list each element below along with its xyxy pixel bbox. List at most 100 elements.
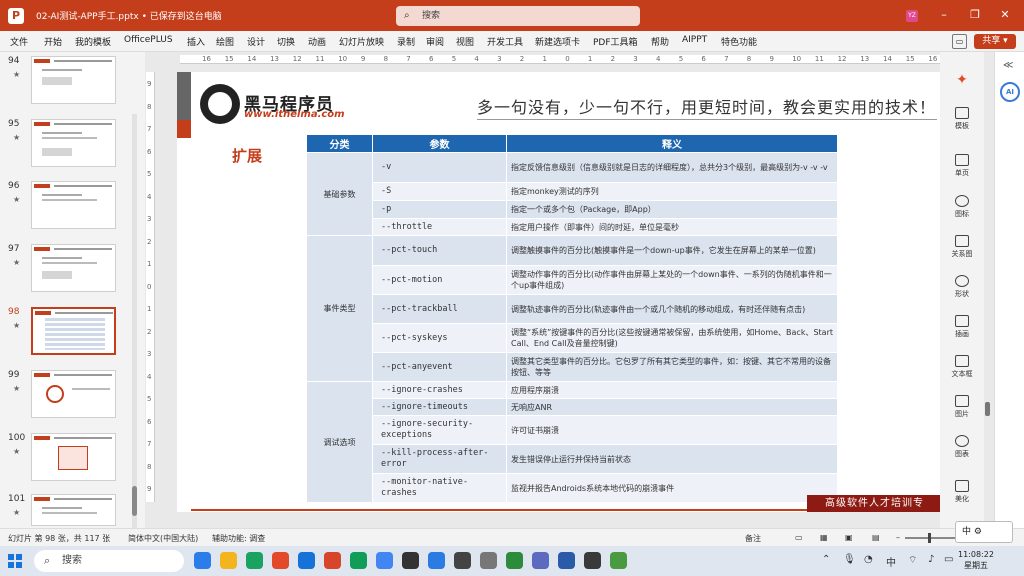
menu-new-tab[interactable]: 新建选项卡 xyxy=(535,35,580,48)
chart-tool[interactable]: 图表 xyxy=(940,435,984,459)
battery-icon[interactable]: ▭ xyxy=(944,554,953,565)
textbox-icon xyxy=(955,355,969,367)
taskbar-app-icon[interactable] xyxy=(584,552,601,569)
notes-button[interactable]: 备注 xyxy=(745,533,761,544)
thumbnail-99[interactable]: 99 ★ xyxy=(0,370,130,426)
illustration-tool[interactable]: 插画 xyxy=(940,315,984,339)
slide-canvas[interactable]: 黑马程序员 www.itheima.com 多一句没有，少一句不行，用更短时间，… xyxy=(177,72,947,512)
user-avatar[interactable]: YZ xyxy=(906,10,918,22)
network-icon[interactable]: ◔ xyxy=(864,554,873,565)
menu-special-features[interactable]: 特色功能 xyxy=(721,35,757,48)
relation-diagram-tool[interactable]: 关系图 xyxy=(940,235,984,259)
taskbar-app-icon[interactable] xyxy=(610,552,627,569)
icon-tool[interactable]: 图标 xyxy=(940,195,984,219)
thumbnail-97[interactable]: 97 ★ xyxy=(0,244,130,300)
menu-view[interactable]: 视图 xyxy=(456,35,474,48)
show-hidden-icons[interactable]: ⌃ xyxy=(822,554,830,565)
menu-pdf-tools[interactable]: PDF工具箱 xyxy=(593,35,638,48)
template-tool[interactable]: 模板 xyxy=(940,107,984,131)
star-icon: ★ xyxy=(13,195,21,204)
brand-icon[interactable]: ✦ xyxy=(940,72,984,88)
share-button[interactable]: 共享 ▾ xyxy=(974,34,1016,49)
menu-help[interactable]: 帮助 xyxy=(651,35,669,48)
zoom-out-button[interactable]: – xyxy=(896,533,900,542)
thumbnail-100[interactable]: 100 ★ xyxy=(0,433,130,489)
thumbnail-94[interactable]: 94 ★ xyxy=(0,56,130,112)
thumbnail-scrollbar[interactable] xyxy=(132,114,137,574)
menu-file[interactable]: 文件 xyxy=(10,35,28,48)
param-cell: --monitor-native-crashes xyxy=(372,473,507,503)
menu-my-templates[interactable]: 我的模板 xyxy=(75,35,111,48)
menu-review[interactable]: 审阅 xyxy=(426,35,444,48)
scrollbar-thumb[interactable] xyxy=(985,402,990,416)
wifi-icon[interactable]: ⌔ xyxy=(908,554,917,567)
taskbar-app-icon[interactable] xyxy=(532,552,549,569)
microphone-icon[interactable]: 🎙 xyxy=(843,554,856,565)
taskbar-app-icon[interactable] xyxy=(506,552,523,569)
menu-slideshow[interactable]: 幻灯片放映 xyxy=(339,35,384,48)
ime-indicator[interactable]: 中 ⚙ xyxy=(955,521,1013,543)
search-input[interactable]: ⌕ 搜索 xyxy=(396,6,640,26)
taskbar-app-icon[interactable] xyxy=(350,552,367,569)
ruler-tick: 1 xyxy=(587,55,593,63)
accessibility-status[interactable]: 辅助功能: 调查 xyxy=(212,533,265,544)
picture-tool[interactable]: 图片 xyxy=(940,395,984,419)
ruler-tick: 2 xyxy=(610,55,616,63)
normal-view-icon[interactable]: ▭ xyxy=(795,533,803,542)
table-row: --pct-anyevent 调整其它类型事件的百分比。它包罗了所有其它类型的事… xyxy=(307,352,838,382)
menu-aippt[interactable]: AIPPT xyxy=(682,35,707,45)
collapse-icon[interactable]: ≪ xyxy=(1003,60,1013,71)
minimize-button[interactable]: – xyxy=(934,6,954,24)
footer-banner: 高级软件人才培训专 xyxy=(807,495,947,512)
ai-assistant-icon[interactable]: AI xyxy=(1000,82,1020,102)
start-button[interactable] xyxy=(8,554,22,568)
ime-lang-icon[interactable]: 中 xyxy=(886,554,896,569)
taskbar-clock[interactable]: 11:08:22 星期五 xyxy=(958,549,994,571)
taskbar-app-icon[interactable] xyxy=(480,552,497,569)
header-category: 分类 xyxy=(306,134,373,153)
taskbar-app-icon[interactable] xyxy=(324,552,341,569)
menu-officeplus[interactable]: OfficePLUS xyxy=(124,35,173,45)
menu-home[interactable]: 开始 xyxy=(44,35,62,48)
table-row: -p 指定一个或多个包（Package，即App） xyxy=(307,200,838,219)
menu-insert[interactable]: 插入 xyxy=(187,35,205,48)
taskbar-app-icon[interactable] xyxy=(246,552,263,569)
shape-tool[interactable]: 形状 xyxy=(940,275,984,299)
monkey-params-table[interactable]: 分类 参数 释义 基础参数 -v 指定反馈信息级别（信息级别就是日志的详细程度）… xyxy=(306,134,838,503)
taskbar-app-icon[interactable] xyxy=(194,552,211,569)
taskbar-search[interactable]: ⌕ 搜索 xyxy=(34,550,184,572)
taskbar-app-icon[interactable] xyxy=(272,552,289,569)
thumbnail-95[interactable]: 95 ★ xyxy=(0,119,130,175)
menu-design[interactable]: 设计 xyxy=(247,35,265,48)
scrollbar-thumb[interactable] xyxy=(132,486,137,516)
menu-draw[interactable]: 绘图 xyxy=(216,35,234,48)
textbox-tool[interactable]: 文本框 xyxy=(940,355,984,379)
menu-developer[interactable]: 开发工具 xyxy=(487,35,523,48)
thumbnail-96[interactable]: 96 ★ xyxy=(0,181,130,237)
single-page-tool[interactable]: 单页 xyxy=(940,154,984,178)
beautify-tool[interactable]: 美化 xyxy=(940,480,984,504)
taskbar-app-icon[interactable] xyxy=(402,552,419,569)
slide-scrollbar[interactable] xyxy=(984,60,991,510)
close-button[interactable]: ✕ xyxy=(995,6,1015,24)
comment-icon[interactable]: ▭ xyxy=(952,34,967,49)
slide-sorter-icon[interactable]: ▦ xyxy=(820,533,828,542)
menu-record[interactable]: 录制 xyxy=(397,35,415,48)
menu-animations[interactable]: 动画 xyxy=(308,35,326,48)
taskbar-app-icon[interactable] xyxy=(428,552,445,569)
volume-icon[interactable]: ♪ xyxy=(928,554,934,565)
ruler-tick: 1 xyxy=(147,305,152,313)
taskbar-app-icon[interactable] xyxy=(220,552,237,569)
ruler-tick: 9 xyxy=(769,55,774,63)
restore-button[interactable]: ❐ xyxy=(965,6,985,24)
menu-transitions[interactable]: 切换 xyxy=(277,35,295,48)
taskbar-app-icon[interactable] xyxy=(558,552,575,569)
taskbar-app-icon[interactable] xyxy=(298,552,315,569)
taskbar-app-icon[interactable] xyxy=(454,552,471,569)
taskbar-app-icon[interactable] xyxy=(376,552,393,569)
reading-view-icon[interactable]: ▣ xyxy=(845,533,853,542)
slideshow-icon[interactable]: ▤ xyxy=(872,533,880,542)
zoom-slider-thumb[interactable] xyxy=(928,533,931,543)
thumbnail-98[interactable]: 98 ★ xyxy=(0,307,130,363)
language-indicator[interactable]: 简体中文(中国大陆) xyxy=(128,533,198,544)
